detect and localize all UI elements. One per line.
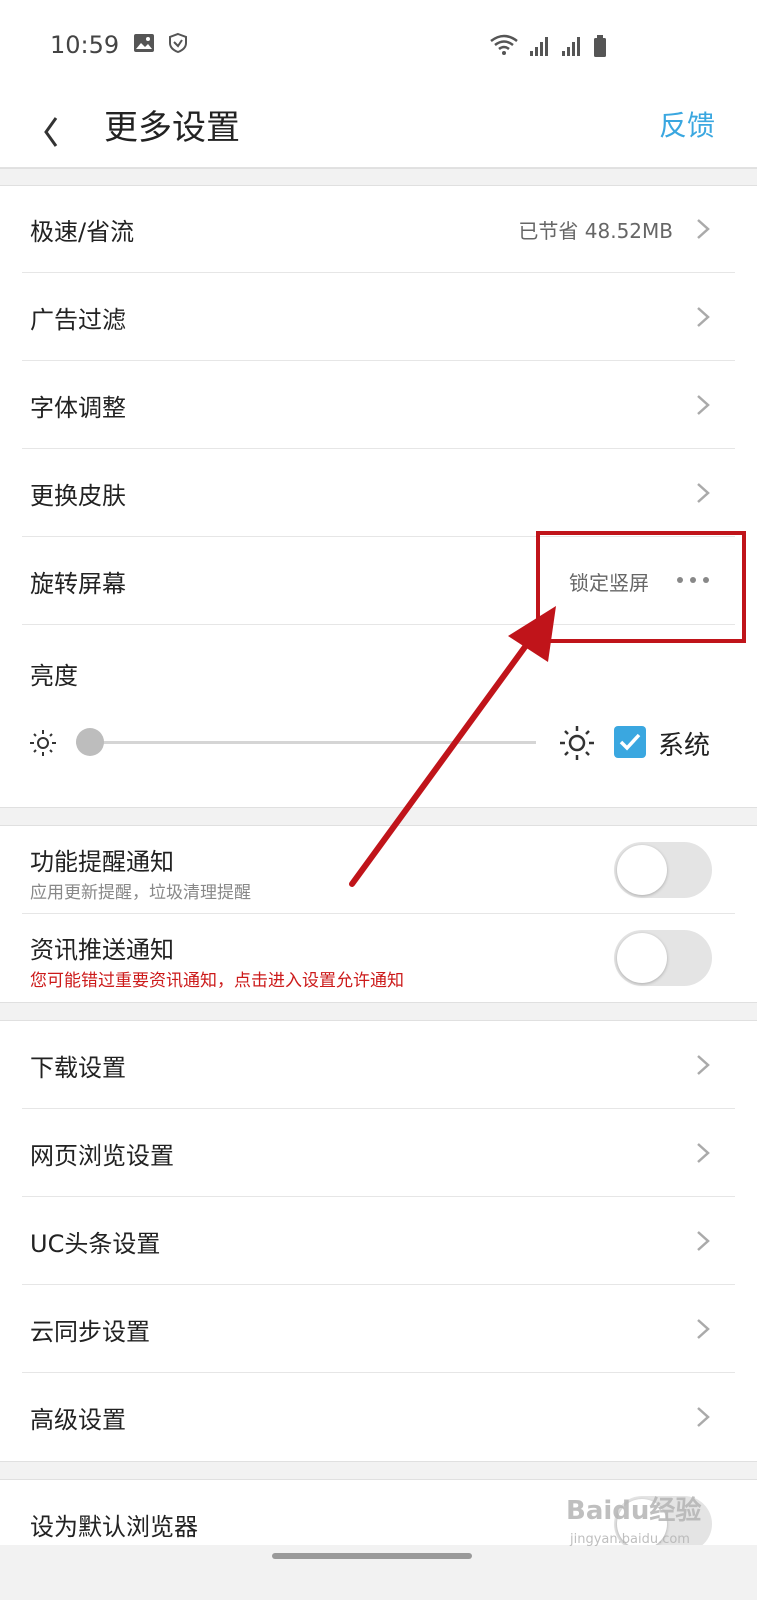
chevron-right-icon xyxy=(697,1143,710,1163)
chevron-right-icon xyxy=(697,219,710,239)
setting-news-notify[interactable]: 资讯推送通知 您可能错过重要资讯通知，点击进入设置允许通知 xyxy=(0,914,757,1002)
system-brightness-checkbox[interactable] xyxy=(614,726,646,758)
chevron-right-icon xyxy=(697,483,710,503)
group-separator xyxy=(0,1461,757,1480)
system-brightness-label: 系统 xyxy=(658,731,711,761)
battery-icon xyxy=(594,35,606,57)
setting-label: 云同步设置 xyxy=(30,1318,150,1346)
back-button[interactable] xyxy=(34,104,74,154)
shield-icon xyxy=(167,32,189,58)
setting-uc-news[interactable]: UC头条设置 xyxy=(0,1197,757,1285)
setting-label: 广告过滤 xyxy=(30,306,126,334)
page-title: 更多设置 xyxy=(104,108,240,148)
setting-sublabel: 应用更新提醒，垃圾清理提醒 xyxy=(30,883,251,903)
setting-speed-saving[interactable]: 极速/省流 已节省 48.52MB xyxy=(0,185,757,273)
setting-label: 极速/省流 xyxy=(30,218,135,246)
checkmark-icon xyxy=(619,733,641,751)
notify-warning-text[interactable]: 您可能错过重要资讯通知，点击进入设置允许通知 xyxy=(30,966,404,991)
brightness-slider-handle[interactable] xyxy=(76,728,104,756)
feedback-button[interactable]: 反馈 xyxy=(659,104,715,144)
chevron-right-icon xyxy=(697,307,710,327)
setting-label: 字体调整 xyxy=(30,394,126,422)
setting-label: 下载设置 xyxy=(30,1054,126,1082)
annotation-highlight-box xyxy=(536,531,746,643)
watermark-logo: Baidu经验 xyxy=(566,1496,702,1526)
setting-feature-notify[interactable]: 功能提醒通知 应用更新提醒，垃圾清理提醒 xyxy=(0,826,757,914)
setting-web-browse[interactable]: 网页浏览设置 xyxy=(0,1109,757,1197)
group-separator xyxy=(0,1002,757,1021)
setting-advanced[interactable]: 高级设置 xyxy=(0,1373,757,1461)
setting-change-skin[interactable]: 更换皮肤 xyxy=(0,449,757,537)
group-separator xyxy=(0,807,757,826)
saved-data-value: 已节省 48.52MB xyxy=(518,219,673,243)
wifi-icon xyxy=(490,34,518,55)
chevron-right-icon xyxy=(697,395,710,415)
signal-icon xyxy=(530,37,548,56)
chevron-right-icon xyxy=(697,1231,710,1251)
home-indicator[interactable] xyxy=(272,1553,472,1559)
group-separator xyxy=(0,168,757,186)
setting-label: 设为默认浏览器 xyxy=(30,1513,198,1541)
setting-label: 更换皮肤 xyxy=(30,482,126,510)
setting-ad-filter[interactable]: 广告过滤 xyxy=(0,273,757,361)
setting-label: 高级设置 xyxy=(30,1406,126,1434)
setting-download[interactable]: 下载设置 xyxy=(0,1021,757,1109)
signal-icon-2 xyxy=(562,37,580,56)
sun-large-icon xyxy=(560,726,594,760)
toggle-knob xyxy=(617,933,667,983)
sun-small-icon xyxy=(30,730,56,756)
brightness-slider-track[interactable] xyxy=(76,741,536,744)
status-indicators xyxy=(489,33,607,57)
news-notify-toggle[interactable] xyxy=(614,930,712,986)
setting-label: 资讯推送通知 xyxy=(30,936,174,964)
setting-label: 旋转屏幕 xyxy=(30,570,126,598)
watermark-url: jingyan.baidu.com xyxy=(570,1532,690,1547)
status-time: 10:59 xyxy=(50,31,120,59)
setting-cloud-sync[interactable]: 云同步设置 xyxy=(0,1285,757,1373)
toggle-knob xyxy=(617,845,667,895)
brightness-label: 亮度 xyxy=(30,662,78,690)
feature-notify-toggle[interactable] xyxy=(614,842,712,898)
chevron-right-icon xyxy=(697,1407,710,1427)
setting-font-adjust[interactable]: 字体调整 xyxy=(0,361,757,449)
image-icon xyxy=(133,33,155,57)
chevron-right-icon xyxy=(697,1319,710,1339)
setting-label: UC头条设置 xyxy=(30,1230,161,1258)
title-bar: 更多设置 反馈 xyxy=(0,90,757,168)
setting-label: 网页浏览设置 xyxy=(30,1142,174,1170)
chevron-right-icon xyxy=(697,1055,710,1075)
setting-label: 功能提醒通知 xyxy=(30,848,174,876)
status-bar: 10:59 xyxy=(0,0,757,90)
chevron-left-icon xyxy=(44,117,58,147)
